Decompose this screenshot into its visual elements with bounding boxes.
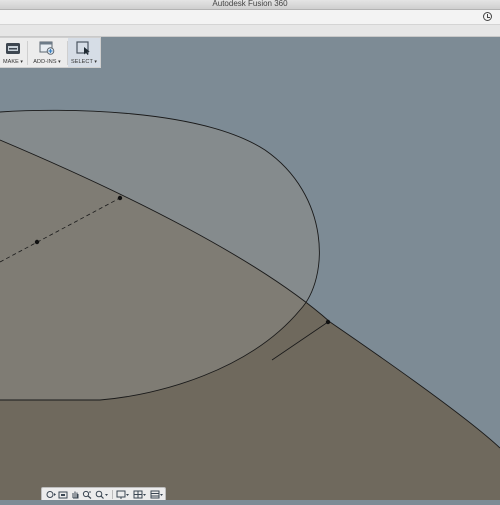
- navbar-divider: [112, 490, 113, 499]
- navigation-bar: [41, 487, 166, 500]
- addins-icon: [39, 41, 55, 55]
- window-title: Autodesk Fusion 360: [212, 0, 288, 8]
- select-label: SELECT: [68, 59, 100, 65]
- toolbar: MAKE ADD-INS SELECT: [0, 37, 101, 68]
- make-button[interactable]: MAKE: [0, 38, 26, 67]
- secondary-bar: [0, 25, 500, 37]
- make-label: MAKE: [0, 59, 26, 65]
- pan-icon[interactable]: [70, 490, 80, 499]
- clock-icon[interactable]: [483, 12, 492, 21]
- viewports-icon[interactable]: [150, 490, 164, 499]
- make-icon: [6, 43, 20, 54]
- select-button[interactable]: SELECT: [68, 38, 100, 67]
- sketch-point[interactable]: [117, 195, 123, 201]
- zoom-window-icon[interactable]: [95, 490, 109, 499]
- sketch-point[interactable]: [34, 239, 40, 245]
- sketch-point[interactable]: [325, 319, 331, 325]
- select-icon: [76, 41, 90, 55]
- canvas-viewport[interactable]: [0, 37, 500, 500]
- zoom-icon[interactable]: [82, 490, 92, 499]
- add-ins-label: ADD-INS: [28, 59, 66, 65]
- orbit-icon[interactable]: [45, 490, 57, 499]
- look-at-icon[interactable]: [58, 490, 68, 499]
- grid-settings-icon[interactable]: [133, 490, 147, 499]
- add-ins-button[interactable]: ADD-INS: [28, 38, 66, 67]
- window-titlebar: Autodesk Fusion 360: [0, 0, 500, 10]
- display-settings-icon[interactable]: [116, 490, 130, 499]
- tab-strip: [0, 10, 500, 25]
- canvas-svg[interactable]: [0, 37, 500, 500]
